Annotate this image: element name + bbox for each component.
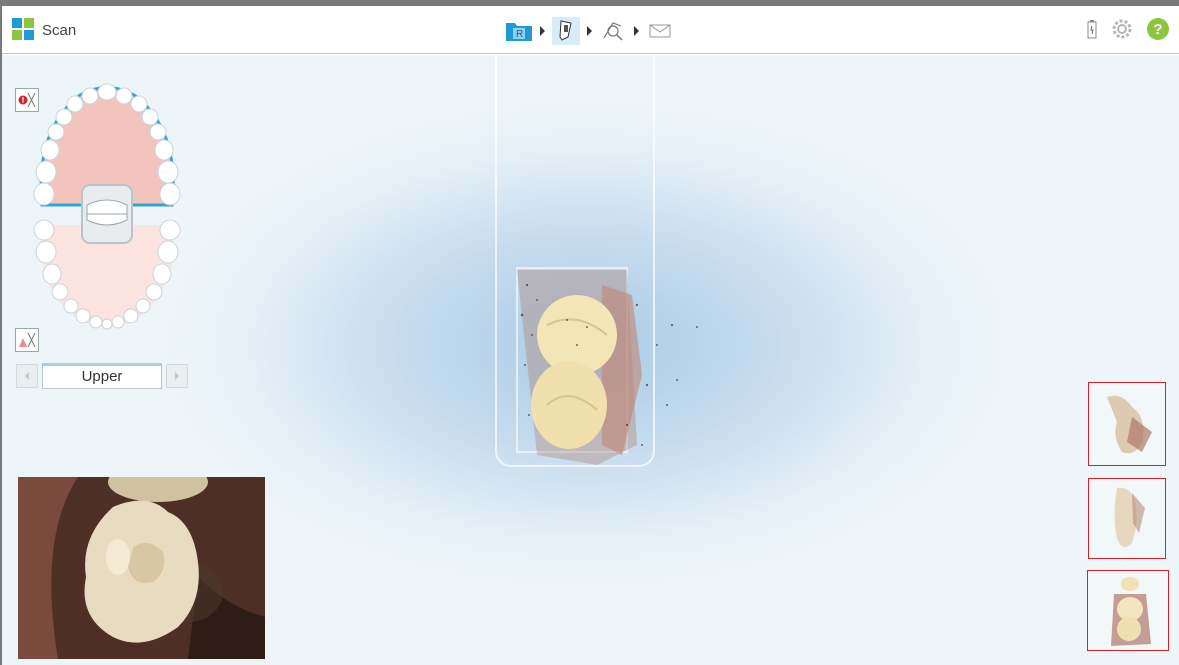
- rx-folder-icon: R: [506, 23, 532, 41]
- page-title: Scan: [42, 22, 77, 39]
- thumbnail-model-1: [1107, 395, 1152, 454]
- arch-label: Upper: [42, 363, 162, 389]
- jaw-diagram[interactable]: [30, 80, 185, 340]
- view-tooth-icon: [603, 22, 623, 41]
- rx-label: R: [516, 29, 523, 40]
- thumbnail-model-2: [1114, 487, 1145, 547]
- arch-next-button[interactable]: [166, 364, 188, 388]
- step-arrow: [540, 26, 545, 36]
- envelope-icon: [649, 24, 671, 38]
- step-scan[interactable]: [552, 17, 580, 45]
- scan-thumbnail-2[interactable]: [1088, 478, 1166, 559]
- top-right-tools: ?: [1087, 18, 1169, 40]
- lower-jaw-icon: [19, 332, 36, 348]
- upper-missing-icon: [18, 92, 36, 108]
- arch-selector: Upper: [16, 363, 198, 389]
- step-arrow: [634, 26, 639, 36]
- step-view[interactable]: [599, 17, 627, 45]
- intraoral-camera-view: [18, 477, 265, 659]
- thumbnail-model-3: [1111, 576, 1151, 646]
- chevron-right-icon: [175, 372, 179, 380]
- arch-prev-button[interactable]: [16, 364, 38, 388]
- camera-image: [18, 477, 265, 659]
- scan-thumbnail-1[interactable]: [1088, 382, 1166, 466]
- scanned-teeth-model: [517, 270, 698, 465]
- scanner-wand-icon: [559, 20, 572, 41]
- help-button[interactable]: ?: [1147, 18, 1169, 40]
- lower-jaw-toggle[interactable]: [15, 328, 39, 352]
- workflow-stepper: R: [505, 17, 674, 45]
- gear-icon[interactable]: [1111, 18, 1133, 40]
- top-bar: Scan R ?: [2, 6, 1179, 54]
- chevron-left-icon: [25, 372, 29, 380]
- step-send[interactable]: [646, 17, 674, 45]
- battery-icon: [1087, 20, 1097, 39]
- upper-jaw-toggle[interactable]: [15, 88, 39, 112]
- app-grid-icon[interactable]: [12, 18, 34, 40]
- step-rx[interactable]: R: [505, 17, 533, 45]
- step-arrow: [587, 26, 592, 36]
- scan-thumbnail-3[interactable]: [1087, 570, 1169, 651]
